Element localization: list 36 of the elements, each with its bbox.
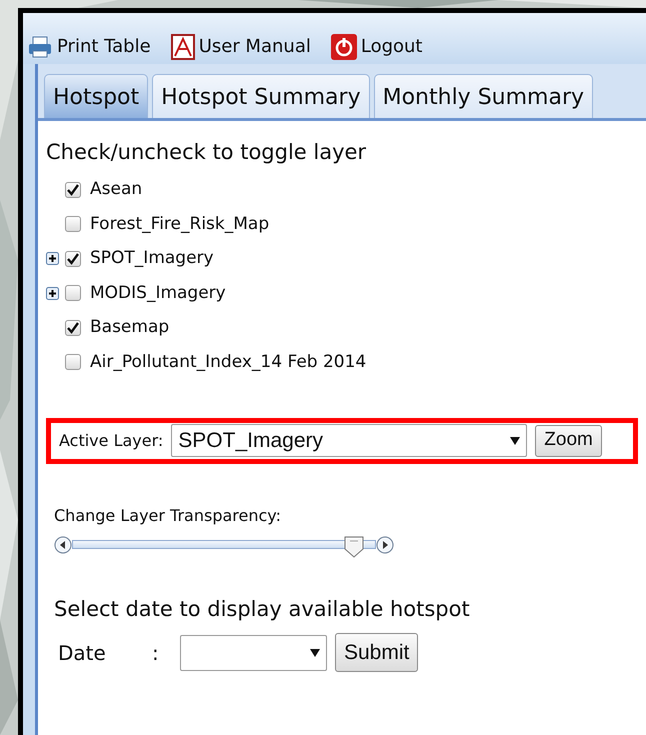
- checkbox[interactable]: [65, 216, 81, 232]
- submit-button[interactable]: Submit: [335, 633, 418, 672]
- date-dropdown[interactable]: [180, 634, 327, 670]
- expand-icon[interactable]: [46, 286, 59, 300]
- tab[interactable]: Monthly Summary: [374, 74, 594, 118]
- layer-label: Asean: [90, 178, 142, 201]
- layer-label: Basemap: [90, 316, 170, 339]
- layer-label: Forest_Fire_Risk_Map: [90, 212, 270, 236]
- layer-label: MODIS_Imagery: [90, 282, 226, 304]
- power-icon: [330, 34, 357, 60]
- zoom-button[interactable]: Zoom: [535, 424, 602, 456]
- layer-label: SPOT_Imagery: [90, 247, 214, 270]
- toolbar-button[interactable]: User Manual: [170, 33, 311, 60]
- tab[interactable]: Hotspot: [44, 74, 148, 118]
- printer-icon: [27, 34, 53, 58]
- toolbar-button[interactable]: Logout: [330, 33, 422, 60]
- toolbar-button[interactable]: Print Table: [27, 33, 151, 60]
- caret-icon: [510, 436, 520, 444]
- checkbox[interactable]: [65, 320, 81, 336]
- layer-dropdown[interactable]: SPOT_Imagery: [171, 424, 528, 457]
- section-heading: Check/uncheck to toggle layer: [46, 139, 368, 166]
- checkbox[interactable]: [65, 182, 81, 198]
- field-label: Date: [58, 640, 107, 666]
- slider-label: Change Layer Transparency:: [54, 504, 282, 526]
- caret-icon: [310, 648, 320, 656]
- separator-label: :: [152, 640, 160, 666]
- field-label: Active Layer:: [59, 430, 164, 452]
- checkbox[interactable]: [65, 285, 81, 302]
- checkbox[interactable]: [65, 354, 81, 370]
- checkbox[interactable]: [65, 250, 81, 267]
- tab[interactable]: Hotspot Summary: [152, 74, 370, 118]
- layer-label: Air_Pollutant_Index_14 Feb 2014: [90, 350, 366, 374]
- section-heading: Select date to display available hotspot: [54, 596, 471, 622]
- pdf-icon: [170, 34, 195, 60]
- slider-thumb[interactable]: [344, 534, 364, 556]
- expand-icon[interactable]: [46, 252, 59, 266]
